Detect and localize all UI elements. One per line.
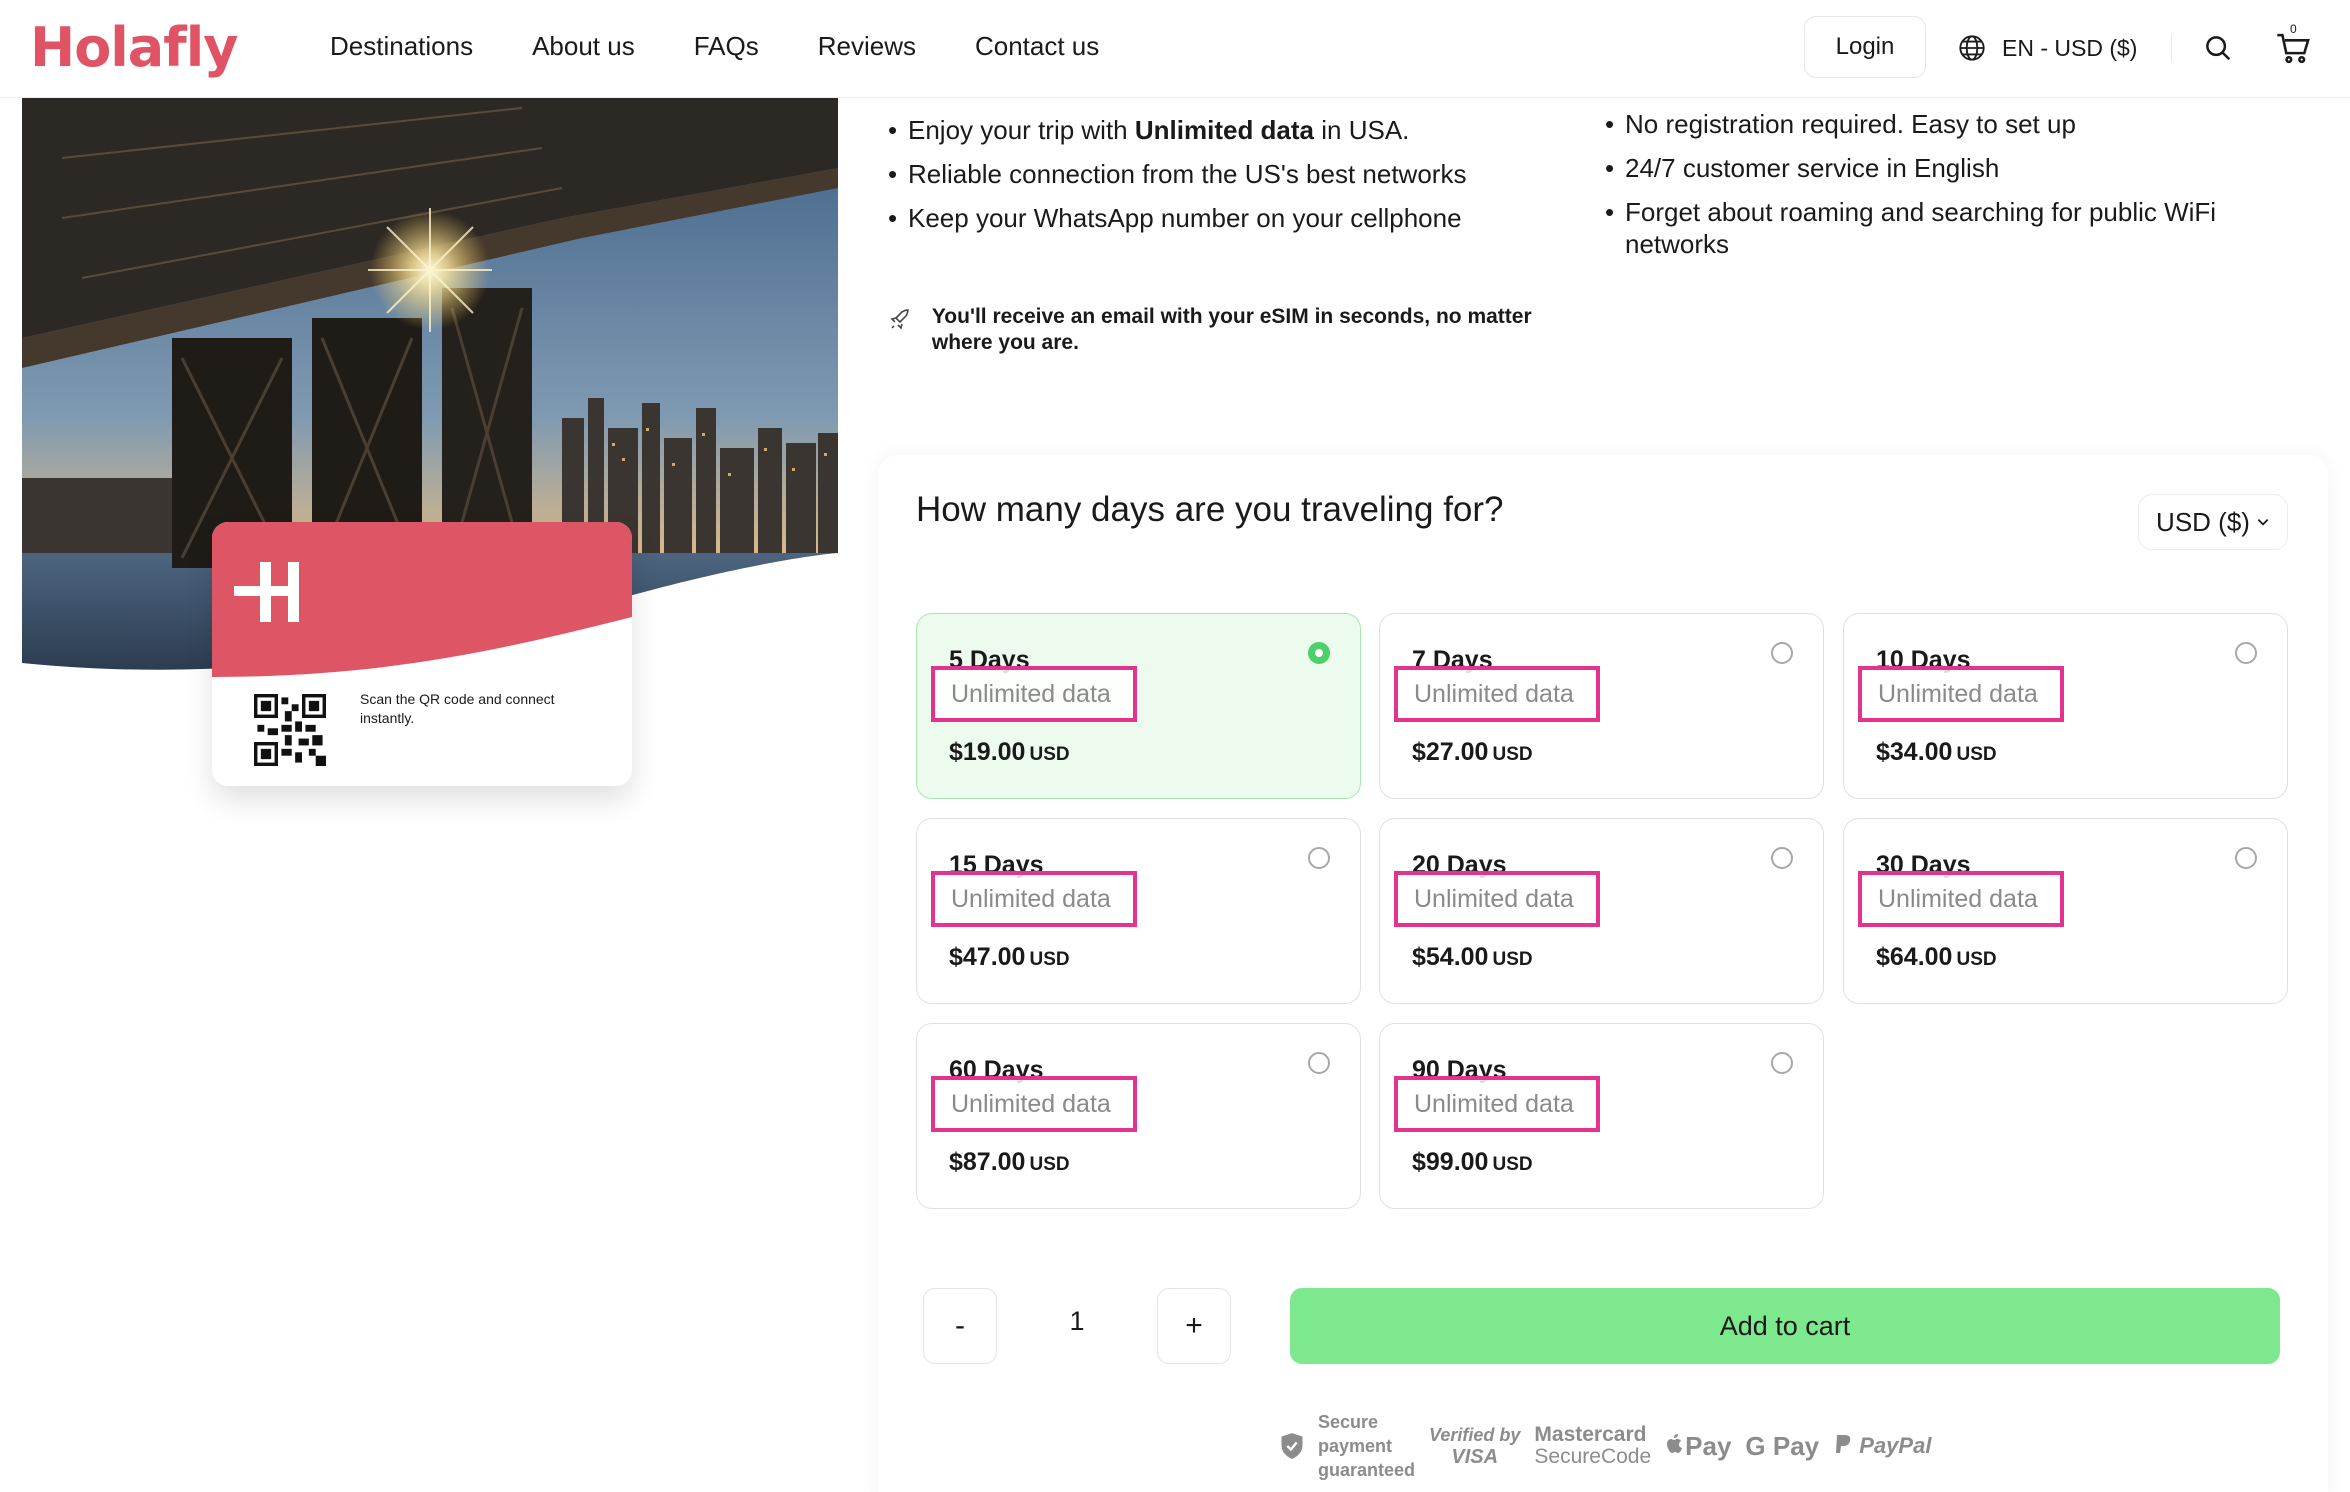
plan-option-15-days[interactable]: 15 Days Unlimited data $47.00 USD: [916, 818, 1361, 1004]
apple-icon: [1667, 1433, 1683, 1453]
payment-methods: Secure payment guaranteed Verified by VI…: [1280, 1408, 1931, 1484]
google-pay-logo: G Pay: [1745, 1430, 1820, 1461]
header-divider: [2171, 34, 2172, 62]
plan-option-90-days[interactable]: 90 Days Unlimited data $99.00 USD: [1379, 1023, 1824, 1209]
esim-card: Scan the QR code and connect instantly.: [212, 522, 632, 786]
paypal-logo: PayPal: [1833, 1433, 1931, 1459]
plan-data: Unlimited data: [1414, 679, 1574, 708]
shield-icon: [1281, 1433, 1303, 1459]
plan-price: $99.00 USD: [1412, 1148, 1533, 1176]
plan-option-20-days[interactable]: 20 Days Unlimited data $54.00 USD: [1379, 818, 1824, 1004]
chevron-down-icon: [2257, 519, 2269, 526]
main-nav: Destinations About us FAQs Reviews Conta…: [330, 0, 1099, 92]
rocket-icon: [890, 309, 909, 330]
plan-radio[interactable]: [1771, 847, 1793, 869]
currency-label: USD ($): [2156, 506, 2250, 537]
plan-radio[interactable]: [1308, 847, 1330, 869]
plan-data: Unlimited data: [1414, 1089, 1574, 1118]
plan-data-highlight: Unlimited data: [931, 1076, 1137, 1132]
plan-data-highlight: Unlimited data: [1858, 871, 2064, 927]
plan-data: Unlimited data: [951, 884, 1111, 913]
plan-data-highlight: Unlimited data: [1858, 666, 2064, 722]
verified-by-visa-logo: Verified by VISA: [1429, 1425, 1521, 1468]
quantity-decrement-button[interactable]: -: [923, 1288, 997, 1364]
plan-radio[interactable]: [1308, 1052, 1330, 1074]
sim-card-header: [212, 522, 632, 677]
apple-pay-logo: Pay: [1665, 1431, 1731, 1462]
plan-price: $87.00 USD: [949, 1148, 1070, 1176]
plan-price: $54.00 USD: [1412, 943, 1533, 971]
plan-data-highlight: Unlimited data: [931, 871, 1137, 927]
plan-data-highlight: Unlimited data: [1394, 666, 1600, 722]
quantity-increment-button[interactable]: +: [1157, 1288, 1231, 1364]
feature-item: 24/7 customer service in English: [1605, 152, 2245, 184]
plan-option-30-days[interactable]: 30 Days Unlimited data $64.00 USD: [1843, 818, 2288, 1004]
nav-about-us[interactable]: About us: [532, 31, 635, 62]
add-to-cart-button[interactable]: Add to cart: [1290, 1288, 2280, 1364]
plan-radio[interactable]: [1771, 642, 1793, 664]
plan-data-highlight: Unlimited data: [1394, 871, 1600, 927]
plan-data: Unlimited data: [951, 1089, 1111, 1118]
plan-radio[interactable]: [1771, 1052, 1793, 1074]
plan-price: $27.00 USD: [1412, 738, 1533, 766]
nav-destinations[interactable]: Destinations: [330, 31, 473, 62]
plan-data: Unlimited data: [1878, 884, 2038, 913]
plan-price: $47.00 USD: [949, 943, 1070, 971]
currency-select[interactable]: USD ($): [2138, 494, 2288, 550]
qr-code-icon: [254, 694, 326, 766]
feature-item: Keep your WhatsApp number on your cellph…: [888, 196, 1568, 240]
logo-text: Holafly: [30, 15, 238, 79]
feature-item: Enjoy your trip with Unlimited data in U…: [888, 108, 1568, 152]
globe-icon: [1959, 35, 1985, 61]
plan-price: $64.00 USD: [1876, 943, 1997, 971]
plan-option-5-days[interactable]: 5 Days Unlimited data $19.00 USD: [916, 613, 1361, 799]
plan-data-highlight: Unlimited data: [1394, 1076, 1600, 1132]
plan-data: Unlimited data: [951, 679, 1111, 708]
nav-contact-us[interactable]: Contact us: [975, 31, 1099, 62]
features-left: Enjoy your trip with Unlimited data in U…: [888, 108, 1568, 240]
plan-radio[interactable]: [1308, 642, 1330, 664]
site-header: Holafly Destinations About us FAQs Revie…: [0, 0, 2350, 98]
nav-reviews[interactable]: Reviews: [818, 31, 916, 62]
plan-section-title: How many days are you traveling for?: [916, 490, 1504, 529]
mastercard-securecode-logo: Mastercard SecureCode: [1534, 1423, 1652, 1468]
plan-data: Unlimited data: [1878, 679, 2038, 708]
sim-card-caption: Scan the QR code and connect instantly.: [360, 691, 555, 726]
plan-radio[interactable]: [2235, 642, 2257, 664]
quantity-value[interactable]: 1: [1040, 1306, 1114, 1337]
plan-data-highlight: Unlimited data: [931, 666, 1137, 722]
language-label: EN - USD ($): [2002, 34, 2138, 61]
email-note: You'll receive an email with your eSIM i…: [888, 304, 1588, 356]
plan-option-60-days[interactable]: 60 Days Unlimited data $87.00 USD: [916, 1023, 1361, 1209]
secure-payment-text: Secure payment guaranteed: [1318, 1412, 1416, 1480]
feature-item: Reliable connection from the US's best n…: [888, 152, 1568, 196]
search-icon[interactable]: [2198, 28, 2238, 68]
plan-price: $19.00 USD: [949, 738, 1070, 766]
plan-radio[interactable]: [2235, 847, 2257, 869]
feature-item: No registration required. Easy to set up: [1605, 108, 2245, 140]
plan-price: $34.00 USD: [1876, 738, 1997, 766]
plan-option-7-days[interactable]: 7 Days Unlimited data $27.00 USD: [1379, 613, 1824, 799]
holafly-logo[interactable]: Holafly: [30, 15, 238, 79]
paypal-icon: [1836, 1435, 1851, 1453]
plan-data: Unlimited data: [1414, 884, 1574, 913]
features-right: No registration required. Easy to set up…: [1605, 108, 2245, 272]
language-selector[interactable]: EN - USD ($): [1958, 28, 2137, 68]
plan-option-10-days[interactable]: 10 Days Unlimited data $34.00 USD: [1843, 613, 2288, 799]
nav-faqs[interactable]: FAQs: [694, 31, 759, 62]
cart-count: 0: [2290, 22, 2297, 36]
email-note-text: You'll receive an email with your eSIM i…: [931, 305, 1532, 354]
login-button[interactable]: Login: [1804, 16, 1926, 78]
feature-item: Forget about roaming and searching for p…: [1605, 196, 2245, 260]
